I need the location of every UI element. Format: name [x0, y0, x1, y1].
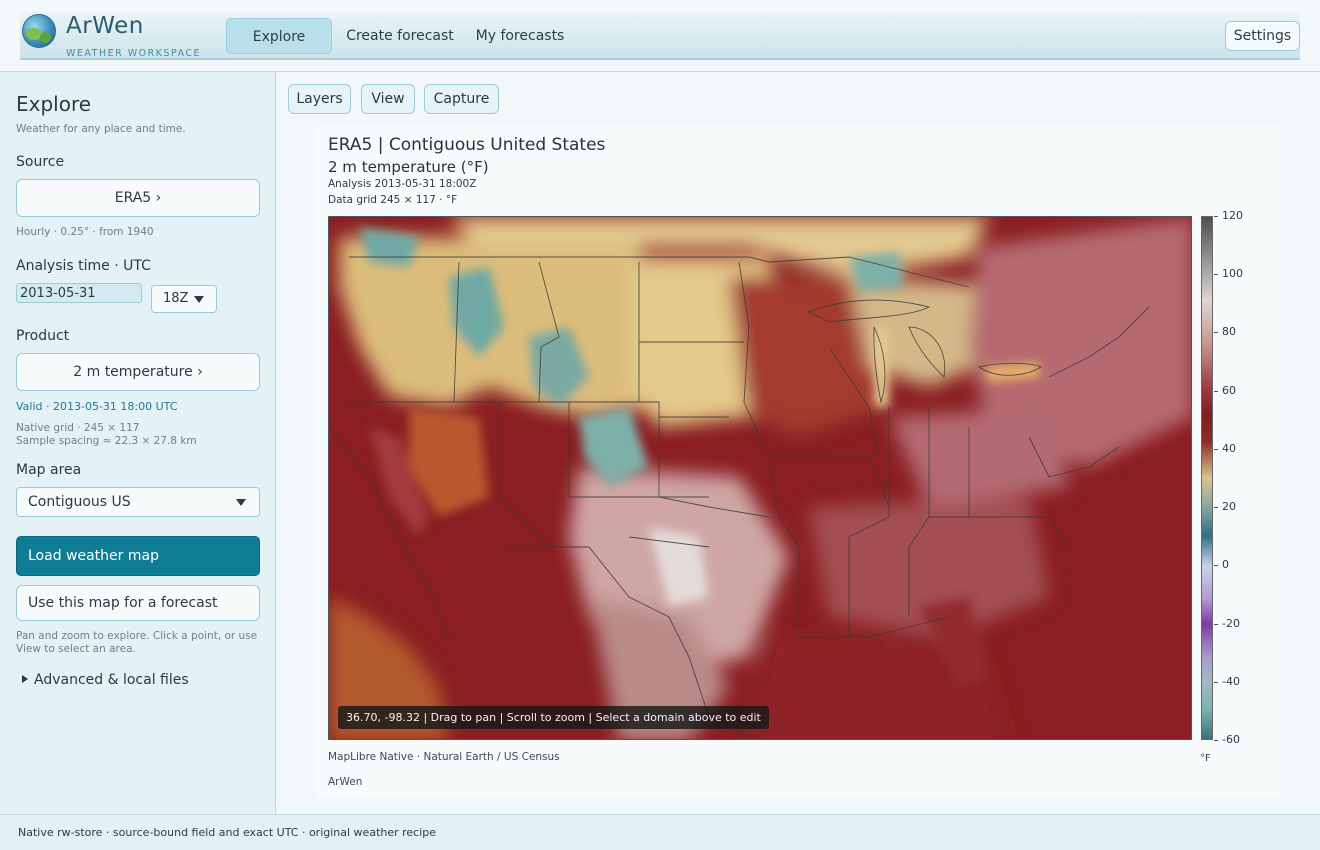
- sidebar: Explore Weather for any place and time. …: [0, 72, 276, 814]
- view-button[interactable]: View: [361, 84, 415, 114]
- colorbar-tick-label: 20: [1222, 500, 1236, 514]
- hour-value: 18Z: [163, 291, 189, 306]
- footer-text: Native rw-store · source-bound field and…: [18, 826, 437, 839]
- main-content: Layers View Capture ERA5 | Contiguous Un…: [277, 72, 1320, 814]
- colorbar-tick-label: 80: [1222, 325, 1236, 339]
- colorbar-tick-label: 120: [1222, 209, 1243, 222]
- sidebar-title: Explore: [16, 92, 92, 116]
- sample-spacing: Sample spacing ≈ 22.3 × 27.8 km: [16, 435, 197, 447]
- weather-map[interactable]: 36.70, -98.32 | Drag to pan | Scroll to …: [328, 216, 1192, 740]
- colorbar-tick: [1214, 623, 1218, 625]
- map-area-value: Contiguous US: [28, 494, 131, 510]
- colorbar-tick: [1214, 216, 1218, 217]
- analysis-date-input[interactable]: [16, 283, 142, 303]
- map-analysis-time: Analysis 2013-05-31 18:00Z: [328, 178, 477, 190]
- chevron-down-icon: [236, 499, 246, 506]
- layers-button[interactable]: Layers: [288, 84, 351, 114]
- colorbar-tick: [1214, 507, 1218, 509]
- tab-create-forecast[interactable]: Create forecast: [340, 18, 460, 54]
- map-area-label: Map area: [16, 462, 82, 478]
- hint-line-2: View to select an area.: [16, 643, 136, 655]
- tab-explore[interactable]: Explore: [226, 18, 332, 54]
- capture-button[interactable]: Capture: [424, 84, 499, 114]
- brand-name: ArWen: [66, 13, 144, 39]
- analysis-time-label: Analysis time · UTC: [16, 258, 151, 274]
- map-status-hud: 36.70, -98.32 | Drag to pan | Scroll to …: [338, 706, 769, 729]
- colorbar-tick-label: -40: [1222, 674, 1240, 688]
- temperature-colorbar: [1201, 216, 1213, 740]
- source-picker-button[interactable]: ERA5 ›: [16, 179, 260, 217]
- source-label: Source: [16, 154, 65, 170]
- header: ArWen WEATHER WORKSPACE Explore Create f…: [20, 12, 1300, 60]
- brand-subtitle: WEATHER WORKSPACE: [66, 48, 202, 59]
- map-panel: ERA5 | Contiguous United States 2 m temp…: [316, 126, 1280, 798]
- colorbar-tick-label: -60: [1222, 733, 1240, 746]
- map-area-select[interactable]: Contiguous US: [16, 487, 260, 517]
- temperature-field: [329, 217, 1191, 739]
- native-grid: Native grid · 245 × 117: [16, 422, 140, 434]
- advanced-toggle[interactable]: Advanced & local files: [22, 672, 189, 688]
- footer: Native rw-store · source-bound field and…: [0, 814, 1320, 850]
- map-subtitle: 2 m temperature (°F): [328, 158, 489, 176]
- analysis-hour-select[interactable]: 18Z: [151, 285, 217, 313]
- use-map-for-forecast-button[interactable]: Use this map for a forecast: [16, 585, 260, 621]
- disclosure-triangle-icon: [22, 675, 28, 683]
- colorbar-tick-label: 60: [1222, 383, 1236, 397]
- settings-button[interactable]: Settings: [1225, 21, 1300, 51]
- colorbar-tick-label: 0: [1222, 558, 1229, 572]
- map-data-grid: Data grid 245 × 117 · °F: [328, 194, 458, 206]
- colorbar-tick: [1214, 390, 1218, 392]
- product-label: Product: [16, 328, 70, 344]
- colorbar-tick-label: 40: [1222, 441, 1236, 455]
- colorbar-tick-label: 100: [1222, 267, 1243, 281]
- map-title: ERA5 | Contiguous United States: [328, 135, 606, 155]
- load-weather-map-button[interactable]: Load weather map: [16, 536, 260, 576]
- tab-my-forecasts[interactable]: My forecasts: [470, 18, 570, 54]
- map-attribution[interactable]: MapLibre Native · Natural Earth / US Cen…: [328, 751, 560, 763]
- globe-logo-icon: [22, 14, 56, 48]
- hint-line-1: Pan and zoom to explore. Click a point, …: [16, 630, 258, 642]
- map-brand: ArWen: [328, 776, 363, 788]
- source-note: Hourly · 0.25° · from 1940: [16, 226, 154, 238]
- colorbar-tick: [1214, 332, 1218, 334]
- valid-time: Valid · 2013-05-31 18:00 UTC: [16, 400, 178, 413]
- colorbar-tick: [1214, 274, 1218, 276]
- chevron-down-icon: [194, 296, 204, 303]
- colorbar-tick-label: -20: [1222, 616, 1240, 630]
- sidebar-subtitle: Weather for any place and time.: [16, 123, 186, 135]
- colorbar-unit: °F: [1200, 753, 1211, 764]
- colorbar-tick: [1214, 681, 1218, 683]
- colorbar-tick: [1214, 448, 1218, 450]
- product-picker-button[interactable]: 2 m temperature ›: [16, 353, 260, 391]
- top-bar: ArWen WEATHER WORKSPACE Explore Create f…: [0, 0, 1320, 72]
- colorbar-tick: [1214, 740, 1218, 741]
- colorbar-tick: [1214, 565, 1218, 567]
- advanced-label: Advanced & local files: [34, 672, 189, 688]
